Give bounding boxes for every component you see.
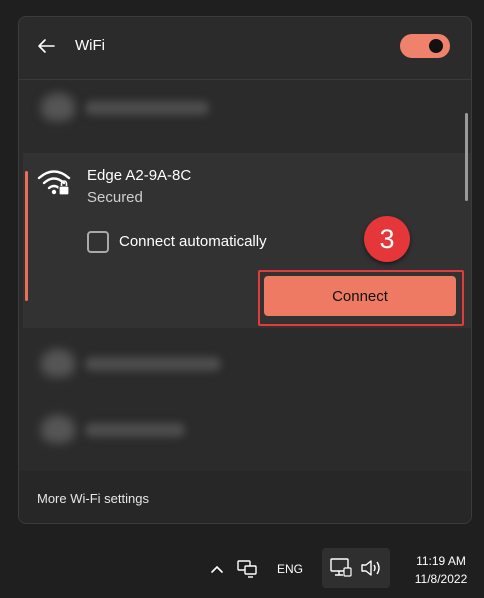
quick-settings-button[interactable] — [322, 548, 390, 588]
page-title: WiFi — [75, 37, 105, 54]
wifi-signal-icon — [41, 349, 75, 377]
blurred-network-name — [85, 423, 185, 437]
language-indicator[interactable]: ENG — [270, 560, 310, 578]
connect-button[interactable]: Connect — [264, 276, 456, 316]
wifi-secured-icon — [37, 170, 71, 196]
more-wifi-settings-link[interactable]: More Wi-Fi settings — [37, 491, 149, 506]
connect-automatically-checkbox[interactable] — [87, 231, 109, 253]
blurred-network-name — [85, 101, 209, 115]
chevron-up-icon — [211, 565, 223, 573]
network-tray-button[interactable] — [236, 558, 258, 580]
step-number-badge: 3 — [364, 216, 410, 262]
clock[interactable]: 11:19 AM 11/8/2022 — [404, 552, 478, 588]
back-button[interactable] — [35, 35, 57, 57]
wifi-signal-icon — [41, 93, 75, 121]
wifi-signal-icon — [41, 415, 75, 443]
connect-automatically-label[interactable]: Connect automatically — [119, 233, 267, 250]
taskbar: ENG 11:19 AM 11/8/2022 — [0, 540, 484, 598]
network-icon — [237, 560, 257, 578]
network-name: Edge A2-9A-8C — [87, 167, 192, 184]
blurred-network-name — [85, 357, 221, 371]
scrollbar[interactable] — [465, 113, 468, 201]
clock-time: 11:19 AM — [416, 554, 466, 568]
volume-icon — [361, 560, 380, 576]
monitor-network-icon — [330, 558, 352, 577]
clock-date: 11/8/2022 — [414, 572, 468, 586]
network-item-blurred-3[interactable] — [19, 401, 471, 463]
show-hidden-icons-button[interactable] — [208, 560, 226, 578]
wifi-toggle[interactable] — [400, 34, 450, 58]
flyout-footer: More Wi-Fi settings — [19, 471, 471, 523]
network-item-blurred-2[interactable] — [19, 335, 471, 397]
back-arrow-icon — [38, 39, 55, 53]
toggle-knob — [429, 39, 443, 53]
flyout-header: WiFi — [19, 17, 471, 77]
network-status: Secured — [87, 189, 143, 206]
network-item-blurred-1[interactable] — [19, 79, 471, 141]
selection-accent-bar — [25, 171, 28, 301]
